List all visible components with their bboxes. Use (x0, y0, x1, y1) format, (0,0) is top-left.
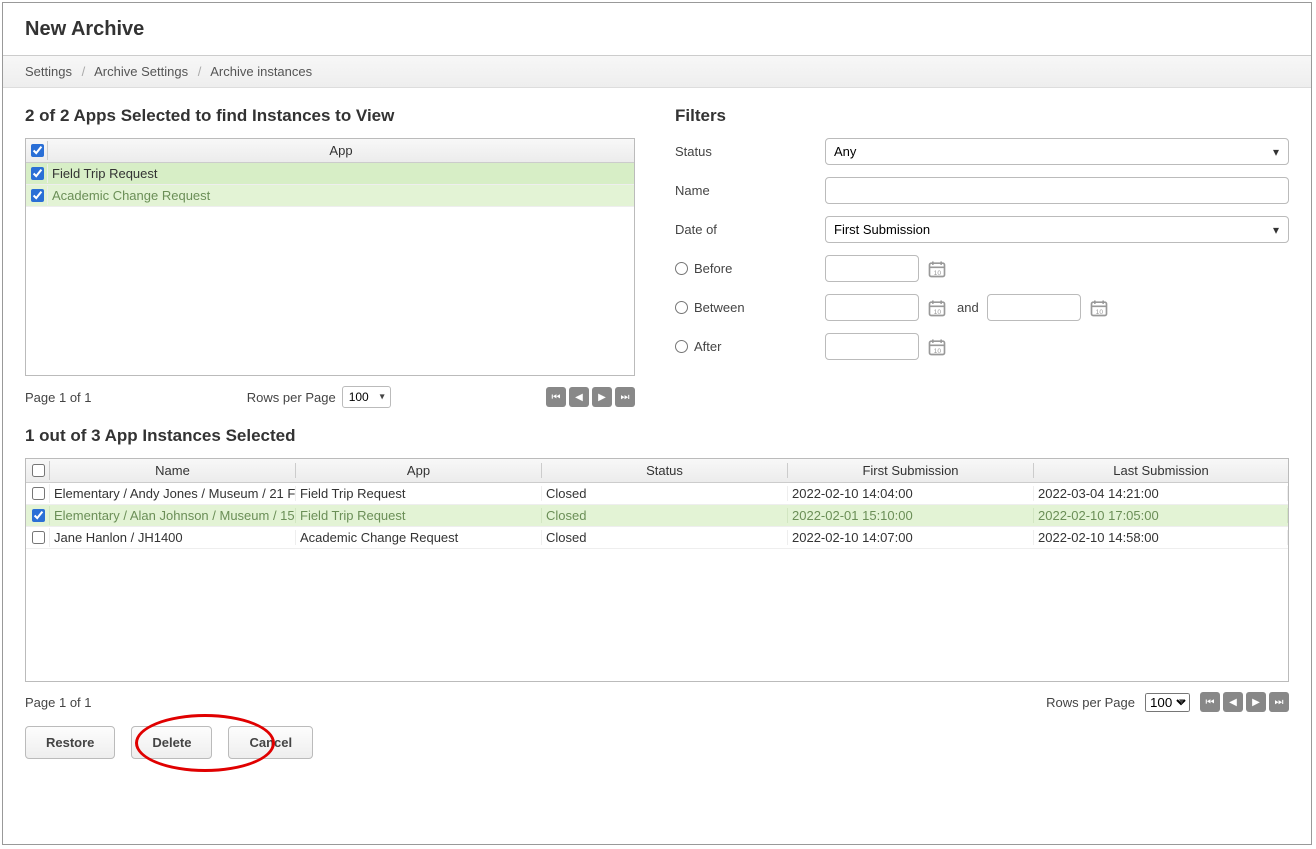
first-page-button[interactable]: ⏮ (546, 387, 566, 407)
status-label: Status (675, 144, 825, 159)
apps-row-checkbox[interactable] (31, 189, 44, 202)
after-radio[interactable] (675, 340, 688, 353)
cell-first: 2022-02-10 14:07:00 (788, 530, 1034, 545)
before-date-input[interactable] (825, 255, 919, 282)
calendar-icon[interactable]: 10 (925, 257, 949, 281)
instances-select-all-checkbox[interactable] (32, 464, 45, 477)
svg-text:10: 10 (1095, 308, 1103, 315)
apps-header-app: App (48, 143, 634, 158)
breadcrumb: Settings / Archive Settings / Archive in… (3, 56, 1311, 88)
next-page-button[interactable]: ▶ (1246, 692, 1266, 712)
page-title: New Archive (3, 3, 1311, 56)
apps-row-checkbox[interactable] (31, 167, 44, 180)
before-label: Before (694, 261, 732, 276)
prev-page-button[interactable]: ◀ (1223, 692, 1243, 712)
cell-app: Field Trip Request (296, 486, 542, 501)
cell-name: Elementary / Andy Jones / Museum / 21 Fe… (50, 486, 296, 501)
col-first: First Submission (788, 463, 1034, 478)
dateof-select[interactable]: First Submission (825, 216, 1289, 243)
name-input[interactable] (825, 177, 1289, 204)
instances-page-text: Page 1 of 1 (25, 695, 92, 710)
cell-first: 2022-02-01 15:10:00 (788, 508, 1034, 523)
between-end-input[interactable] (987, 294, 1081, 321)
before-radio[interactable] (675, 262, 688, 275)
cell-last: 2022-03-04 14:21:00 (1034, 486, 1288, 501)
col-last: Last Submission (1034, 463, 1288, 478)
apps-row[interactable]: Field Trip Request (26, 163, 634, 185)
cell-first: 2022-02-10 14:04:00 (788, 486, 1034, 501)
apps-row-name: Field Trip Request (48, 166, 634, 181)
cell-name: Elementary / Alan Johnson / Museum / 15 … (50, 508, 296, 523)
svg-text:10: 10 (934, 347, 942, 354)
first-page-button[interactable]: ⏮ (1200, 692, 1220, 712)
col-status: Status (542, 463, 788, 478)
cell-app: Field Trip Request (296, 508, 542, 523)
apps-rows-per-page-label: Rows per Page (247, 390, 336, 405)
breadcrumb-item[interactable]: Settings (25, 64, 72, 79)
cell-status: Closed (542, 530, 788, 545)
apps-heading: 2 of 2 Apps Selected to find Instances t… (25, 106, 635, 126)
apps-row-name: Academic Change Request (48, 188, 634, 203)
name-label: Name (675, 183, 825, 198)
between-label: Between (694, 300, 745, 315)
cell-status: Closed (542, 508, 788, 523)
cell-status: Closed (542, 486, 788, 501)
breadcrumb-sep: / (192, 64, 208, 79)
instances-rows-per-page-select[interactable]: 100 (1145, 693, 1190, 712)
dateof-label: Date of (675, 222, 825, 237)
breadcrumb-sep: / (76, 64, 92, 79)
col-app: App (296, 463, 542, 478)
and-label: and (957, 300, 979, 315)
cell-app: Academic Change Request (296, 530, 542, 545)
svg-text:10: 10 (934, 269, 942, 276)
instances-heading: 1 out of 3 App Instances Selected (25, 426, 1289, 446)
row-checkbox[interactable] (32, 531, 45, 544)
status-select[interactable]: Any (825, 138, 1289, 165)
calendar-icon[interactable]: 10 (1087, 296, 1111, 320)
row-checkbox[interactable] (32, 487, 45, 500)
filters-heading: Filters (675, 106, 1289, 126)
col-name: Name (50, 463, 296, 478)
after-label: After (694, 339, 721, 354)
table-row[interactable]: Elementary / Andy Jones / Museum / 21 Fe… (26, 483, 1288, 505)
cancel-button[interactable]: Cancel (228, 726, 313, 759)
between-start-input[interactable] (825, 294, 919, 321)
cell-last: 2022-02-10 14:58:00 (1034, 530, 1288, 545)
svg-text:10: 10 (934, 308, 942, 315)
calendar-icon[interactable]: 10 (925, 335, 949, 359)
apps-select-all-checkbox[interactable] (31, 144, 44, 157)
apps-page-text: Page 1 of 1 (25, 390, 92, 405)
next-page-button[interactable]: ▶ (592, 387, 612, 407)
row-checkbox[interactable] (32, 509, 45, 522)
last-page-button[interactable]: ⏭ (615, 387, 635, 407)
breadcrumb-item[interactable]: Archive Settings (94, 64, 188, 79)
after-date-input[interactable] (825, 333, 919, 360)
calendar-icon[interactable]: 10 (925, 296, 949, 320)
instances-rows-per-page-label: Rows per Page (1046, 695, 1135, 710)
restore-button[interactable]: Restore (25, 726, 115, 759)
between-radio[interactable] (675, 301, 688, 314)
apps-table: App Field Trip Request Academic Change R… (25, 138, 635, 376)
cell-last: 2022-02-10 17:05:00 (1034, 508, 1288, 523)
delete-button[interactable]: Delete (131, 726, 212, 759)
table-row[interactable]: Elementary / Alan Johnson / Museum / 15 … (26, 505, 1288, 527)
breadcrumb-item: Archive instances (210, 64, 312, 79)
apps-row[interactable]: Academic Change Request (26, 185, 634, 207)
instances-table: Name App Status First Submission Last Su… (25, 458, 1289, 682)
table-row[interactable]: Jane Hanlon / JH1400 Academic Change Req… (26, 527, 1288, 549)
apps-rows-per-page-select[interactable]: 100 (342, 386, 391, 408)
cell-name: Jane Hanlon / JH1400 (50, 530, 296, 545)
last-page-button[interactable]: ⏭ (1269, 692, 1289, 712)
prev-page-button[interactable]: ◀ (569, 387, 589, 407)
